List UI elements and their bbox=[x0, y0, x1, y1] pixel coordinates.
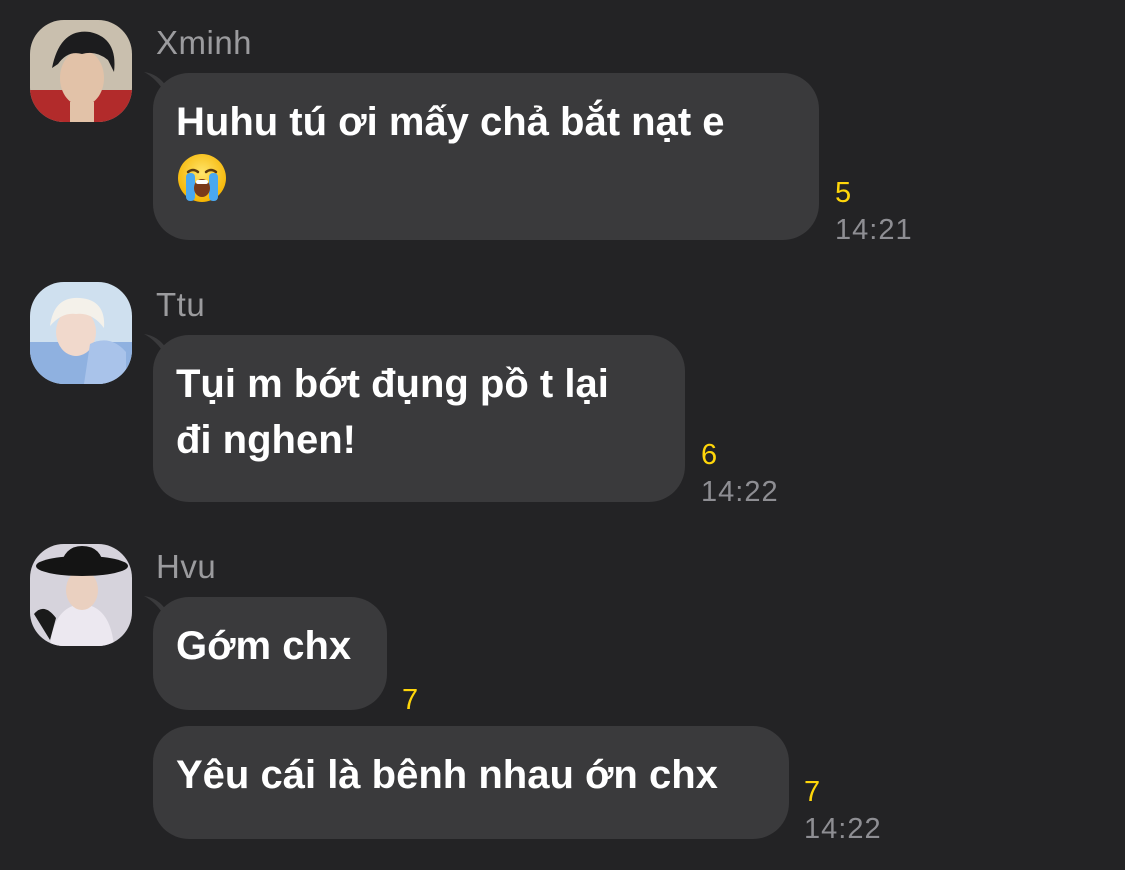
sender-name: Ttu bbox=[156, 286, 206, 323]
message-text: Huhu tú ơi mấy chả bắt nạt e bbox=[176, 100, 725, 144]
avatar-xminh[interactable] bbox=[30, 20, 132, 122]
message-emoji bbox=[176, 150, 725, 206]
message-bubble[interactable]: Yêu cái là bênh nhau ớn chx bbox=[153, 726, 789, 839]
avatar-ttu[interactable] bbox=[30, 282, 132, 384]
avatar-hvu-icon bbox=[30, 544, 132, 646]
message-text: đi nghen! bbox=[176, 418, 356, 462]
message-bubble[interactable]: Huhu tú ơi mấy chả bắt nạt e bbox=[153, 73, 819, 240]
sender-name: Xminh bbox=[156, 24, 253, 61]
message-count: 6 bbox=[701, 439, 718, 471]
avatar-ttu-icon bbox=[30, 282, 132, 384]
avatar-hvu[interactable] bbox=[30, 544, 132, 646]
avatar-xminh-icon bbox=[30, 20, 132, 122]
message-time: 14:22 bbox=[701, 476, 779, 508]
message-text: Yêu cái là bênh nhau ớn chx bbox=[176, 753, 718, 797]
message-text: Gớm chx bbox=[176, 624, 352, 668]
message-bubble[interactable]: Gớm chx bbox=[153, 597, 387, 710]
message-bubble[interactable]: Tụi m bớt đụng pồ t lại đi nghen! bbox=[153, 335, 685, 502]
message-text: Tụi m bớt đụng pồ t lại bbox=[176, 362, 609, 406]
message-time: 14:21 bbox=[835, 214, 913, 246]
sender-name: Hvu bbox=[156, 548, 217, 585]
message-count: 7 bbox=[402, 684, 419, 716]
message-count: 5 bbox=[835, 177, 852, 209]
message-time: 14:22 bbox=[804, 813, 882, 845]
loudly-crying-face-emoji bbox=[178, 154, 226, 202]
message-count: 7 bbox=[804, 776, 821, 808]
